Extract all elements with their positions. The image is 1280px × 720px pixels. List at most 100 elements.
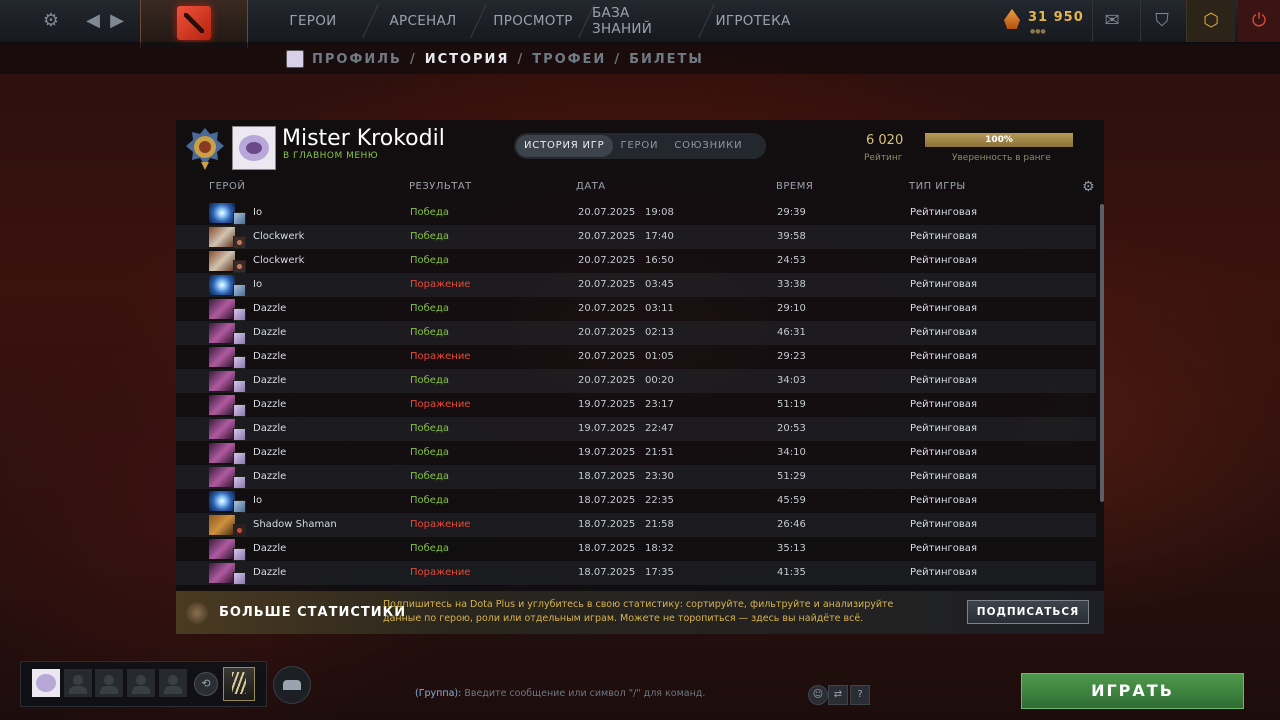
chat-placeholder: Введите сообщение или символ "/" для ком… bbox=[464, 688, 706, 699]
match-row[interactable]: Dazzle Победа 18.07.2025 23:30 51:29 Рейтинго… bbox=[176, 465, 1096, 489]
mail-button[interactable]: ✉ bbox=[1092, 0, 1131, 42]
party-slot-empty[interactable] bbox=[95, 669, 123, 697]
rank-confidence-label: Уверенность в ранге bbox=[952, 153, 1051, 163]
match-row[interactable]: Dazzle Поражение 18.07.2025 17:35 41:35 Рейти… bbox=[176, 561, 1096, 585]
match-row[interactable]: Dazzle Победа 18.07.2025 18:32 35:13 Рейтинго… bbox=[176, 537, 1096, 561]
chat-input[interactable]: (Группа): Введите сообщение или символ "… bbox=[415, 688, 705, 699]
match-game-type: Рейтинговая bbox=[910, 399, 977, 410]
nav-arsenal[interactable]: АРСЕНАЛ bbox=[378, 0, 468, 42]
match-row[interactable]: Dazzle Победа 20.07.2025 00:20 34:03 Рейтинго… bbox=[176, 369, 1096, 393]
match-row[interactable]: Dazzle Победа 19.07.2025 21:51 34:10 Рейтинго… bbox=[176, 441, 1096, 465]
match-game-type: Рейтинговая bbox=[910, 231, 977, 242]
armory-button[interactable]: ⛉ bbox=[1140, 0, 1179, 42]
subnav-separator: / bbox=[409, 51, 417, 67]
match-row[interactable]: Io Поражение 20.07.2025 03:45 33:38 Рейтингов… bbox=[176, 273, 1096, 297]
subnav-trophies[interactable]: ТРОФЕИ bbox=[532, 52, 606, 67]
match-duration: 29:39 bbox=[777, 207, 806, 218]
subscribe-button[interactable]: ПОДПИСАТЬСЯ bbox=[967, 600, 1089, 624]
play-button[interactable]: ИГРАТЬ bbox=[1021, 673, 1244, 709]
match-row[interactable]: Io Победа 18.07.2025 22:35 45:59 Рейтинговая bbox=[176, 489, 1096, 513]
match-date: 18.07.2025 bbox=[578, 471, 636, 482]
voice-chat-icon[interactable]: ⟲ bbox=[194, 672, 218, 696]
match-result: Победа bbox=[410, 303, 449, 314]
match-date: 18.07.2025 bbox=[578, 567, 636, 578]
column-header-time[interactable]: ВРЕМЯ bbox=[776, 181, 813, 192]
match-duration: 41:35 bbox=[777, 567, 806, 578]
hero-portrait-icon bbox=[209, 227, 235, 247]
nav-watch[interactable]: ПРОСМОТР bbox=[488, 0, 578, 42]
nav-knowledge-base[interactable]: БАЗА ЗНАНИЙ bbox=[592, 0, 692, 42]
tab-heroes[interactable]: ГЕРОИ bbox=[613, 135, 667, 157]
match-game-type: Рейтинговая bbox=[910, 423, 977, 434]
hero-portrait-dazzle bbox=[209, 563, 246, 585]
exit-button[interactable]: ⏻ bbox=[1238, 0, 1280, 42]
match-row[interactable]: Dazzle Победа 19.07.2025 22:47 20:53 Рейтинго… bbox=[176, 417, 1096, 441]
match-date: 18.07.2025 bbox=[578, 495, 636, 506]
forward-arrow-icon[interactable]: ▶ bbox=[104, 8, 130, 34]
column-header-hero[interactable]: ГЕРОЙ bbox=[209, 181, 245, 192]
hero-name: Dazzle bbox=[253, 375, 287, 386]
hero-name: Dazzle bbox=[253, 327, 287, 338]
match-time: 21:58 bbox=[645, 519, 674, 530]
tab-match-history[interactable]: ИСТОРИЯ ИГР bbox=[516, 135, 613, 157]
hero-portrait-icon bbox=[209, 395, 235, 415]
match-row[interactable]: Dazzle Поражение 20.07.2025 01:05 29:23 Рейти… bbox=[176, 345, 1096, 369]
mail-icon: ✉ bbox=[1104, 10, 1120, 31]
subnav-history[interactable]: ИСТОРИЯ bbox=[425, 52, 510, 67]
match-row[interactable]: Shadow Shaman Поражение 18.07.2025 21:58 26:… bbox=[176, 513, 1096, 537]
match-date: 19.07.2025 bbox=[578, 423, 636, 434]
settings-gear-icon[interactable]: ⚙ bbox=[38, 8, 64, 34]
role-badge-icon bbox=[233, 332, 246, 345]
hero-portrait-icon bbox=[209, 515, 235, 535]
player-avatar[interactable] bbox=[232, 126, 276, 170]
match-game-type: Рейтинговая bbox=[910, 327, 977, 338]
hero-portrait-icon bbox=[209, 299, 235, 319]
party-slot-empty[interactable] bbox=[159, 669, 187, 697]
shards-amount: 31 950 bbox=[1028, 10, 1084, 25]
hero-portrait-icon bbox=[209, 251, 235, 271]
party-slot-empty[interactable] bbox=[64, 669, 92, 697]
tab-allies[interactable]: СОЮЗНИКИ bbox=[666, 135, 750, 157]
role-badge-icon bbox=[233, 524, 246, 537]
party-slot-empty[interactable] bbox=[127, 669, 155, 697]
emoticon-icon[interactable]: ☺ bbox=[808, 685, 828, 705]
hero-portrait-dazzle bbox=[209, 467, 246, 489]
party-slot-self-avatar[interactable] bbox=[32, 669, 60, 697]
match-row[interactable]: Dazzle Поражение 19.07.2025 23:17 51:19 Рейти… bbox=[176, 393, 1096, 417]
chat-wheel-icon[interactable]: ⇄ bbox=[828, 685, 848, 705]
match-row[interactable]: Dazzle Победа 20.07.2025 02:13 46:31 Рейтинго… bbox=[176, 321, 1096, 345]
subnav-tickets[interactable]: БИЛЕТЫ bbox=[629, 52, 704, 67]
column-header-date[interactable]: ДАТА bbox=[576, 181, 606, 192]
rank-tier-icon[interactable] bbox=[223, 667, 255, 701]
hero-name: Dazzle bbox=[253, 471, 287, 482]
table-settings-gear-icon[interactable]: ⚙ bbox=[1082, 179, 1095, 195]
back-arrow-icon[interactable]: ◀ bbox=[80, 8, 106, 34]
friends-button[interactable] bbox=[273, 666, 311, 704]
match-row[interactable]: Clockwerk Победа 20.07.2025 17:40 39:58 Рейти… bbox=[176, 225, 1096, 249]
hero-portrait-icon bbox=[209, 323, 235, 343]
match-list-scrollbar[interactable] bbox=[1100, 204, 1104, 502]
column-header-game-type[interactable]: ТИП ИГРЫ bbox=[909, 181, 966, 192]
match-row[interactable]: Io Победа 20.07.2025 19:08 29:39 Рейтинговая bbox=[176, 201, 1096, 225]
column-header-result[interactable]: РЕЗУЛЬТАТ bbox=[409, 181, 472, 192]
dota-plus-promo-icon bbox=[186, 602, 208, 624]
hero-portrait-icon bbox=[209, 467, 235, 487]
hero-name: Dazzle bbox=[253, 447, 287, 458]
nav-arcade[interactable]: ИГРОТЕКА bbox=[712, 0, 794, 42]
match-result: Победа bbox=[410, 207, 449, 218]
hero-portrait-icon bbox=[209, 347, 235, 367]
role-badge-icon bbox=[233, 284, 246, 297]
dota-plus-button[interactable]: ⬡ bbox=[1186, 0, 1235, 42]
match-row[interactable]: Clockwerk Победа 20.07.2025 16:50 24:53 Рейти… bbox=[176, 249, 1096, 273]
match-time: 01:05 bbox=[645, 351, 674, 362]
shards-counter[interactable]: 31 950 ●●● bbox=[1004, 6, 1084, 36]
match-game-type: Рейтинговая bbox=[910, 375, 977, 386]
nav-heroes[interactable]: ГЕРОИ bbox=[270, 0, 356, 42]
subnav-profile[interactable]: ПРОФИЛЬ bbox=[312, 52, 402, 67]
help-icon[interactable]: ? bbox=[850, 685, 870, 705]
hero-portrait-clockwerk bbox=[209, 251, 246, 273]
match-duration: 34:10 bbox=[777, 447, 806, 458]
match-row[interactable]: Dazzle Победа 20.07.2025 03:11 29:10 Рейтинго… bbox=[176, 297, 1096, 321]
dota-logo-button[interactable] bbox=[140, 0, 248, 48]
match-duration: 51:19 bbox=[777, 399, 806, 410]
